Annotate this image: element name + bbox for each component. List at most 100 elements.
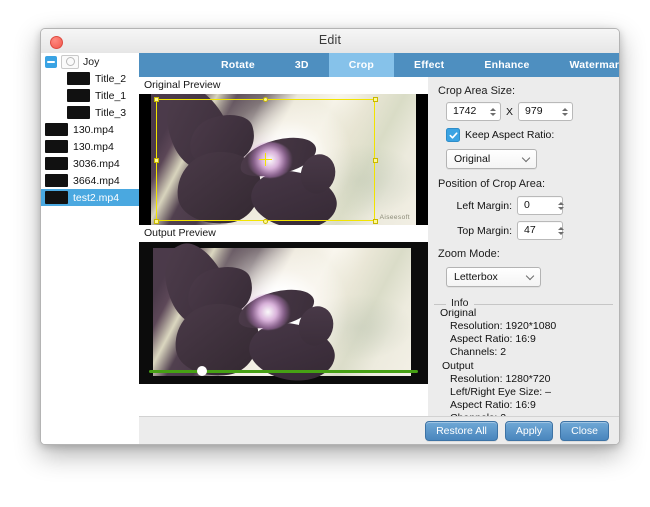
chevron-down-icon	[527, 273, 534, 280]
top-margin-stepper[interactable]: 47	[517, 221, 564, 240]
left-margin-stepper[interactable]: 0	[517, 196, 564, 215]
keep-aspect-ratio-row[interactable]: Keep Aspect Ratio:	[446, 128, 609, 142]
crop-width-stepper-arrows[interactable]	[487, 104, 498, 119]
list-item[interactable]: 130.mp4	[41, 138, 139, 155]
crop-handle-bottom-center[interactable]	[263, 219, 268, 224]
list-item[interactable]: Title_2	[41, 70, 139, 87]
output-preview-label: Output Preview	[139, 225, 428, 242]
crop-handle-bottom-left[interactable]	[154, 219, 159, 224]
list-item-label: Title_2	[95, 72, 127, 85]
collapse-minus-icon[interactable]	[45, 55, 57, 68]
crop-height-stepper[interactable]: 979	[518, 102, 574, 121]
top-margin-stepper-arrows[interactable]	[558, 223, 564, 238]
info-original-resolution: Resolution: 1920*1080	[450, 320, 557, 332]
crop-handle-top-left[interactable]	[154, 97, 159, 102]
info-group: Info Original Resolution: 1920*1080 Aspe…	[434, 297, 613, 424]
list-item-selected[interactable]: test2.mp4	[41, 189, 139, 206]
zoom-mode-value: Letterbox	[454, 271, 498, 283]
item-thumbnail	[67, 89, 90, 102]
tab-crop[interactable]: Crop	[328, 53, 394, 77]
list-item[interactable]: 130.mp4	[41, 121, 139, 138]
list-item[interactable]: 3036.mp4	[41, 155, 139, 172]
list-item-label: Title_3	[95, 106, 127, 119]
crop-options-panel: Crop Area Size: 1742 X 979 Keep Aspect R…	[428, 77, 619, 444]
item-thumbnail	[45, 123, 68, 136]
item-thumbnail	[45, 157, 68, 170]
zoom-mode-label: Zoom Mode:	[438, 248, 500, 260]
output-preview-stage[interactable]	[139, 242, 428, 384]
list-item[interactable]: 3664.mp4	[41, 172, 139, 189]
item-thumbnail	[67, 72, 90, 85]
edit-window: Edit Joy Title_2 Title_1 Title_3 130.mp4…	[40, 28, 620, 445]
tab-bar: Rotate 3D Crop Effect Enhance Watermark	[139, 53, 619, 77]
info-group-title: Info	[446, 297, 474, 309]
list-item-label: 3664.mp4	[73, 174, 120, 187]
tree-root-row[interactable]: Joy	[41, 53, 139, 70]
close-button[interactable]: Close	[560, 420, 609, 441]
top-margin-row: Top Margin: 47	[446, 221, 609, 240]
size-separator: X	[506, 105, 514, 118]
keep-aspect-ratio-checkbox[interactable]	[446, 128, 460, 142]
crop-handle-top-right[interactable]	[373, 97, 378, 102]
item-thumbnail	[67, 106, 90, 119]
original-preview-stage[interactable]: Aiseesoft	[139, 94, 428, 225]
crop-area-size-label: Crop Area Size:	[438, 85, 516, 97]
info-original-aspect-ratio: Aspect Ratio: 16:9	[450, 333, 536, 345]
list-item[interactable]: Title_1	[41, 87, 139, 104]
list-item-label: Title_1	[95, 89, 127, 102]
crop-height-stepper-arrows[interactable]	[559, 104, 570, 119]
crop-handle-middle-right[interactable]	[373, 158, 378, 163]
playback-progress-bar[interactable]	[139, 366, 428, 376]
dialog-footer: Restore All Apply Close	[139, 416, 619, 444]
list-item[interactable]: Title_3	[41, 104, 139, 121]
crop-handle-top-center[interactable]	[263, 97, 268, 102]
tab-watermark[interactable]: Watermark	[550, 53, 619, 77]
top-margin-label: Top Margin:	[457, 224, 512, 237]
list-item-label: test2.mp4	[73, 191, 120, 204]
original-preview-label: Original Preview	[139, 77, 428, 94]
tab-rotate[interactable]: Rotate	[201, 53, 275, 77]
file-tree-sidebar[interactable]: Joy Title_2 Title_1 Title_3 130.mp4 130.…	[41, 53, 140, 444]
tab-3d[interactable]: 3D	[275, 53, 329, 77]
output-video-frame	[152, 242, 411, 384]
preview-column: Original Preview Aiseesoft Output Previe…	[139, 77, 429, 444]
tab-effect[interactable]: Effect	[394, 53, 464, 77]
info-output-heading: Output	[442, 360, 474, 372]
video-watermark: Aiseesoft	[379, 214, 410, 221]
chevron-down-icon	[523, 155, 530, 162]
top-margin-value[interactable]: 47	[518, 222, 558, 239]
window-titlebar: Edit	[41, 29, 619, 54]
tree-root-label: Joy	[83, 55, 100, 68]
zoom-mode-select[interactable]: Letterbox	[446, 267, 541, 287]
restore-all-button[interactable]: Restore All	[425, 420, 498, 441]
crop-center-crosshair	[259, 153, 272, 166]
position-of-crop-area-label: Position of Crop Area:	[438, 178, 546, 190]
keep-aspect-ratio-label: Keep Aspect Ratio:	[465, 129, 555, 141]
item-thumbnail	[45, 191, 68, 204]
left-margin-value[interactable]: 0	[518, 197, 558, 214]
disc-icon	[61, 54, 79, 69]
list-item-label: 130.mp4	[73, 123, 114, 136]
crop-handle-bottom-right[interactable]	[373, 219, 378, 224]
info-output-resolution: Resolution: 1280*720	[450, 373, 551, 385]
item-thumbnail	[45, 140, 68, 153]
crop-handle-middle-left[interactable]	[154, 158, 159, 163]
apply-button[interactable]: Apply	[504, 420, 554, 441]
list-item-label: 130.mp4	[73, 140, 114, 153]
aspect-ratio-value: Original	[454, 153, 491, 165]
window-body: Joy Title_2 Title_1 Title_3 130.mp4 130.…	[41, 53, 619, 444]
progress-knob[interactable]	[197, 366, 207, 376]
left-margin-stepper-arrows[interactable]	[558, 198, 564, 213]
left-margin-row: Left Margin: 0	[446, 196, 609, 215]
crop-width-value[interactable]: 1742	[447, 103, 487, 120]
info-output-eye-size: Left/Right Eye Size: –	[450, 386, 551, 398]
aspect-ratio-select[interactable]: Original	[446, 149, 537, 169]
left-margin-label: Left Margin:	[456, 199, 512, 212]
crop-width-stepper[interactable]: 1742	[446, 102, 501, 121]
progress-track	[149, 370, 418, 373]
crop-height-value[interactable]: 979	[519, 103, 559, 120]
info-original-channels: Channels: 2	[450, 346, 507, 358]
tab-enhance[interactable]: Enhance	[464, 53, 549, 77]
info-output-aspect-ratio: Aspect Ratio: 16:9	[450, 399, 536, 411]
list-item-label: 3036.mp4	[73, 157, 120, 170]
